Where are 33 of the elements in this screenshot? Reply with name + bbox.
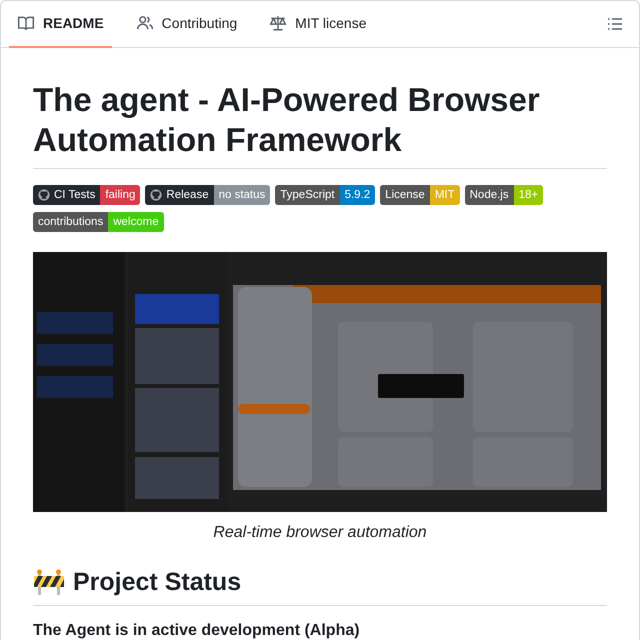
badge-label: TypeScript [275,185,340,205]
image-caption: Real-time browser automation [212,523,428,543]
outline-menu-button[interactable] [607,16,623,32]
people-icon [136,14,154,32]
status-badge[interactable]: CI Tests failing [33,185,140,205]
status-badge[interactable]: Release no status [145,185,270,205]
badge-message: MIT [430,185,460,205]
badge-label: Node.js [464,185,514,205]
status-badge[interactable]: contributions welcome [33,212,164,232]
badge-message: 18+ [514,185,544,205]
construction-barrier-icon [33,569,65,595]
tab[interactable]: README [9,0,112,48]
tab[interactable]: MIT license [261,0,374,48]
badge-message: welcome [108,212,164,232]
scale-icon [269,14,288,32]
badge-label: Release [145,185,214,205]
section-heading: Project Status [73,567,242,597]
badge-label: CI Tests [33,185,100,205]
badge-message: failing [100,185,140,205]
list-icon [607,16,623,32]
status-badge[interactable]: License MIT [380,185,460,205]
badge-message: no status [214,185,270,205]
readme-title: The agent - AI-Powered Browser Automation Framework [33,80,607,169]
badge-label: License [380,185,430,205]
book-icon [17,14,35,32]
github-icon [150,189,162,201]
status-badge[interactable]: Node.js 18+ [464,185,544,205]
badge-message: 5.9.2 [340,185,376,205]
status-text: The Agent is in active development (Alpha) [33,621,361,640]
tab[interactable]: Contributing [128,0,246,48]
badge-label: contributions [33,212,108,232]
status-badge[interactable]: TypeScript 5.9.2 [275,185,376,205]
github-icon [38,189,50,201]
